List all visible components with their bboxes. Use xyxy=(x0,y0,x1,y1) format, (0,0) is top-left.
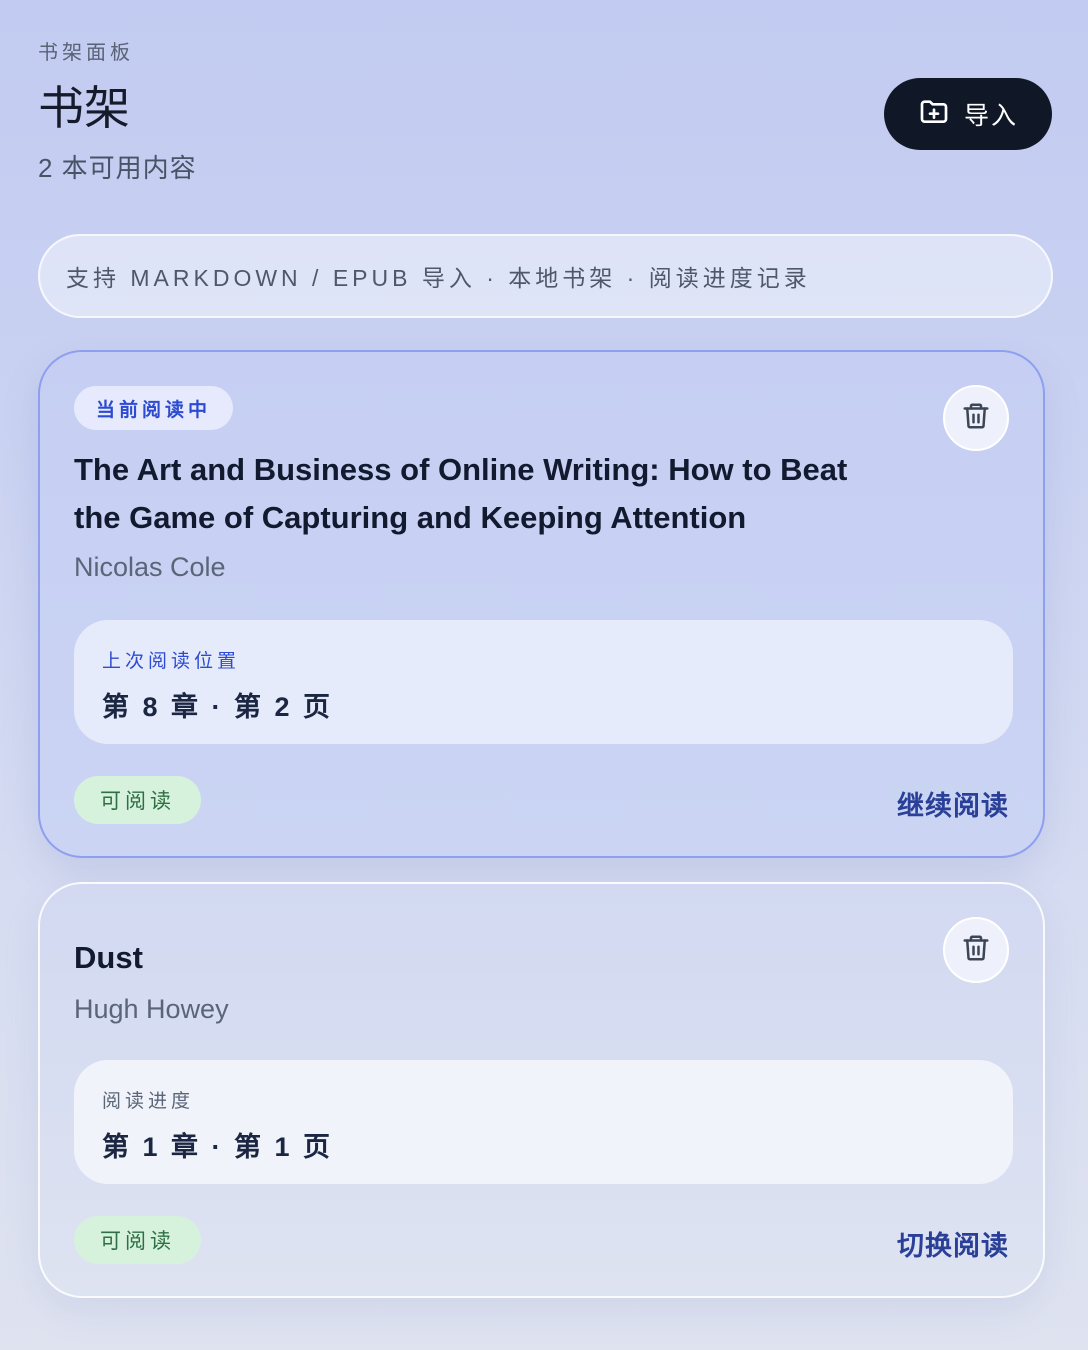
book-author: Nicolas Cole xyxy=(74,552,226,582)
book-card[interactable]: Dust Hugh Howey 阅读进度 第 1 章 · 第 1 页 可阅读 切… xyxy=(38,882,1045,1298)
import-button-label: 导入 xyxy=(963,102,1018,130)
status-badge: 可阅读 xyxy=(74,1216,201,1264)
folder-plus-icon xyxy=(918,95,950,134)
current-reading-tag: 当前阅读中 xyxy=(74,386,234,430)
book-title: Dust xyxy=(74,940,143,975)
reading-progress-panel: 阅读进度 第 1 章 · 第 1 页 xyxy=(74,1060,1013,1184)
feature-banner: 支持 MARKDOWN / EPUB 导入 · 本地书架 · 阅读进度记录 xyxy=(38,234,1053,318)
book-card[interactable]: 当前阅读中 The Art and Business of Online Wri… xyxy=(38,350,1045,858)
status-badge: 可阅读 xyxy=(74,776,201,824)
trash-icon xyxy=(961,401,991,436)
progress-value: 第 1 章 · 第 1 页 xyxy=(102,1132,334,1162)
book-author: Hugh Howey xyxy=(74,994,229,1024)
feature-banner-text: 支持 MARKDOWN / EPUB 导入 · 本地书架 · 阅读进度记录 xyxy=(66,265,811,291)
page-eyebrow: 书架面板 xyxy=(38,42,134,64)
progress-label: 上次阅读位置 xyxy=(102,651,241,672)
delete-book-button[interactable] xyxy=(943,917,1009,983)
trash-icon xyxy=(961,933,991,968)
book-count: 2 本可用内容 xyxy=(38,152,197,183)
progress-value: 第 8 章 · 第 2 页 xyxy=(102,692,334,722)
continue-reading-button[interactable]: 继续阅读 xyxy=(897,784,1009,823)
reading-progress-panel: 上次阅读位置 第 8 章 · 第 2 页 xyxy=(74,620,1013,744)
book-title: The Art and Business of Online Writing: … xyxy=(74,452,848,535)
switch-reading-button[interactable]: 切换阅读 xyxy=(897,1224,1009,1263)
progress-label: 阅读进度 xyxy=(102,1091,195,1112)
import-button[interactable]: 导入 xyxy=(884,78,1052,150)
page-header: 书架面板 书架 2 本可用内容 导入 xyxy=(38,36,1052,185)
delete-book-button[interactable] xyxy=(943,385,1009,451)
